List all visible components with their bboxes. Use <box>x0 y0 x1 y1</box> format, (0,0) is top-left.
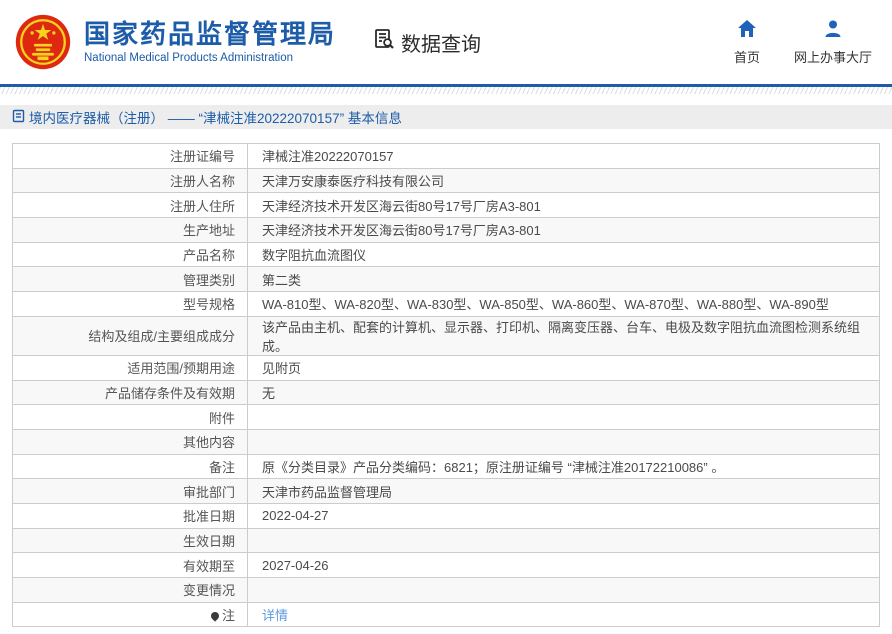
table-row: 注详情 <box>12 601 880 628</box>
row-label: 型号规格 <box>12 291 248 317</box>
row-value: 原《分类目录》产品分类编码：6821；原注册证编号 “津械注准201722100… <box>247 453 880 480</box>
breadcrumb: 境内医疗器械（注册） —— “津械注准20222070157” 基本信息 <box>0 105 892 129</box>
row-label: 注册人住所 <box>12 192 248 219</box>
row-label: 产品储存条件及有效期 <box>12 379 248 406</box>
registration-info-section: 注册证编号 津械注准20222070157 注册人名称 天津万安康泰医疗科技有限公司注… <box>12 143 880 628</box>
table-row: 其他内容 <box>12 428 880 455</box>
row-value: WA-810型、WA-820型、WA-830型、WA-850型、WA-860型、… <box>247 291 880 317</box>
table-row: 注册证编号 津械注准20222070157 <box>12 143 880 169</box>
row-value: 天津市药品监督管理局 <box>247 478 880 504</box>
nav-home-label: 首页 <box>733 49 760 65</box>
document-icon <box>12 109 29 126</box>
row-value: 数字阻抗血流图仪 <box>247 241 880 268</box>
table-row: 附件 <box>12 404 880 430</box>
row-label: 适用范围/预期用途 <box>12 354 248 381</box>
table-row: 适用范围/预期用途 见附页 <box>12 354 880 381</box>
table-row: 有效期至 2027-04-26 <box>12 552 880 578</box>
table-row: 产品储存条件及有效期无 <box>12 379 880 406</box>
row-value: 见附页 <box>247 354 880 381</box>
nav-home[interactable]: 首页 <box>734 19 760 66</box>
row-value: 天津经济技术开发区海云街80号17号厂房A3-801 <box>247 217 880 243</box>
row-value: 该产品由主机、配套的计算机、显示器、打印机、隔离变压器、台车、电极及数字阻抗血流… <box>247 315 880 356</box>
table-row: 批准日期 2022-04-27 <box>12 502 880 529</box>
table-row: 结构及组成/主要组成成分 该产品由主机、配套的计算机、显示器、打印机、隔离变压器、… <box>12 315 880 356</box>
site-header: 国家药品监督管理局 National Medical Products Admi… <box>0 0 892 84</box>
detail-link[interactable]: 详情 <box>262 608 288 623</box>
row-label: 审批部门 <box>12 478 248 504</box>
breadcrumb-text: 境内医疗器械（注册） —— “津械注准20222070157” 基本信息 <box>29 111 402 126</box>
data-query-label: 数据查询 <box>401 33 482 56</box>
note-icon <box>209 610 221 622</box>
row-label: 变更情况 <box>12 577 248 603</box>
table-row: 管理类别 第二类 <box>12 266 880 293</box>
row-value: 2027-04-26 <box>247 552 880 578</box>
org-name-en: National Medical Products Administration <box>84 51 294 64</box>
row-label: 产品名称 <box>12 241 248 268</box>
table-row: 注册人住所 天津经济技术开发区海云街80号17号厂房A3-801 <box>12 192 880 219</box>
row-value: 第二类 <box>247 266 880 293</box>
row-label: 附件 <box>12 404 248 430</box>
home-icon <box>737 19 757 43</box>
row-value: 天津万安康泰医疗科技有限公司 <box>247 167 880 194</box>
row-label: 有效期至 <box>12 552 248 578</box>
row-value: 2022-04-27 <box>247 502 880 529</box>
row-label: 管理类别 <box>12 266 248 293</box>
person-icon <box>823 19 843 43</box>
table-row: 审批部门 天津市药品监督管理局 <box>12 478 880 504</box>
row-value: 津械注准20222070157 <box>247 143 880 169</box>
nav-hall-label: 网上办事大厅 <box>793 49 872 65</box>
table-row: 生效日期 <box>12 527 880 554</box>
nmpa-logo[interactable]: 国家药品监督管理局 National Medical Products Admi… <box>14 13 336 71</box>
stripe-pattern <box>0 87 892 94</box>
data-query-icon <box>372 27 401 57</box>
row-value <box>247 404 880 430</box>
row-value: 天津经济技术开发区海云街80号17号厂房A3-801 <box>247 192 880 219</box>
national-emblem-icon <box>14 13 72 71</box>
row-value: 无 <box>247 379 880 406</box>
row-value <box>247 527 880 554</box>
row-label: 生产地址 <box>12 217 248 243</box>
row-label: 注 <box>12 601 248 628</box>
info-table: 注册证编号 津械注准20222070157 注册人名称 天津万安康泰医疗科技有限公司注… <box>12 143 880 628</box>
row-label: 注册证编号 <box>12 143 248 169</box>
row-label: 结构及组成/主要组成成分 <box>12 315 248 356</box>
table-row: 产品名称 数字阻抗血流图仪 <box>12 241 880 268</box>
top-nav: 首页 网上办事大厅 <box>734 19 878 66</box>
row-label: 备注 <box>12 453 248 480</box>
table-row: 注册人名称 天津万安康泰医疗科技有限公司 <box>12 167 880 194</box>
table-row: 生产地址 天津经济技术开发区海云街80号17号厂房A3-801 <box>12 217 880 243</box>
row-value <box>247 428 880 455</box>
row-label: 其他内容 <box>12 428 248 455</box>
row-value <box>247 577 880 603</box>
data-query-title: 数据查询 <box>372 27 481 57</box>
table-row: 备注 原《分类目录》产品分类编码：6821；原注册证编号 “津械注准2017221… <box>12 453 880 480</box>
info-table-body: 注册证编号 津械注准20222070157 注册人名称 天津万安康泰医疗科技有限公司注… <box>12 143 880 628</box>
table-row: 型号规格 WA-810型、WA-820型、WA-830型、WA-850型、WA-8… <box>12 291 880 317</box>
row-label: 生效日期 <box>12 527 248 554</box>
row-label: 批准日期 <box>12 502 248 529</box>
row-value: 详情 <box>247 601 880 628</box>
table-row: 变更情况 <box>12 577 880 603</box>
org-name-zh: 国家药品监督管理局 <box>84 19 337 50</box>
row-label: 注册人名称 <box>12 167 248 194</box>
nav-online-service-hall[interactable]: 网上办事大厅 <box>794 19 872 66</box>
